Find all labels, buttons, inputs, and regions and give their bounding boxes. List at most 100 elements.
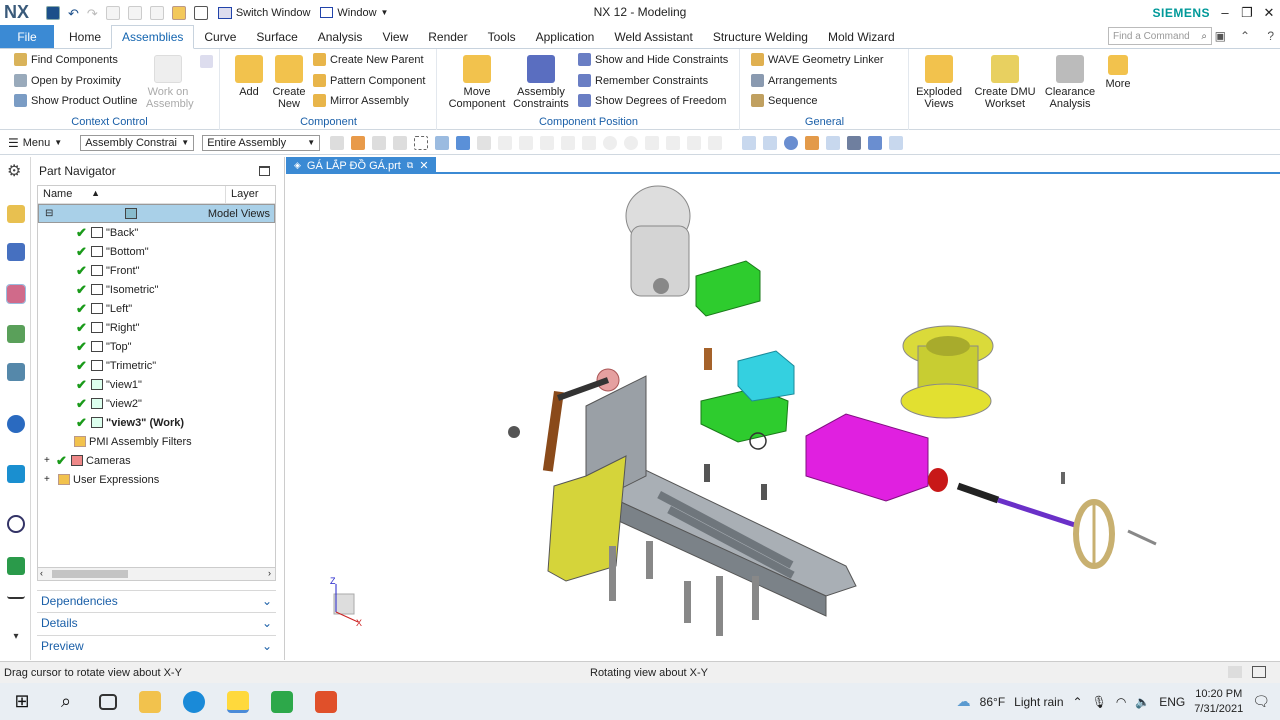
web-browser-icon[interactable] (7, 415, 25, 433)
recorder-icon[interactable] (315, 690, 337, 713)
create-dmu-workset-button[interactable]: Create DMU Workset (970, 55, 1040, 110)
nx-app-icon[interactable] (227, 690, 249, 713)
maximize-icon[interactable] (259, 166, 270, 176)
fullscreen-icon[interactable] (1252, 666, 1266, 678)
tree-row-cameras[interactable]: + ✔ Cameras (38, 451, 275, 470)
microphone-icon[interactable]: 🎙 (1092, 695, 1107, 709)
window-menu-button[interactable]: Window ▼ (320, 7, 388, 19)
help-icon[interactable]: ? (1267, 29, 1274, 43)
reuse-library-icon[interactable] (7, 325, 25, 343)
windows-start-icon[interactable]: ⊞ (11, 691, 33, 713)
selection-filter-icon[interactable] (330, 135, 345, 150)
language-indicator[interactable]: ENG (1159, 695, 1185, 709)
pan-icon[interactable] (805, 135, 820, 150)
menu-button[interactable]: ☰ Menu ▼ (8, 136, 62, 150)
tree-row-view[interactable]: ✔ "Bottom" (38, 242, 275, 261)
pattern-component-button[interactable]: Pattern Component (313, 74, 425, 87)
spline-icon[interactable] (561, 135, 576, 150)
shaded-icon[interactable] (435, 135, 450, 150)
tab-file[interactable]: File (0, 25, 54, 48)
layer-column-header[interactable]: Layer (226, 186, 264, 203)
create-new-button[interactable]: Create New (269, 55, 309, 110)
snap-point-icon[interactable] (477, 135, 492, 150)
redo-icon[interactable]: ↷ (87, 6, 98, 21)
zoom-icon[interactable] (763, 135, 778, 150)
tree-row-view[interactable]: ✔ "Left" (38, 299, 275, 318)
tree-row-view[interactable]: ✔ "Front" (38, 261, 275, 280)
tab-home[interactable]: Home (59, 25, 111, 48)
scroll-right-icon[interactable]: › (268, 568, 271, 578)
tree-row-pmi-filters[interactable]: PMI Assembly Filters (38, 432, 275, 451)
close-icon[interactable]: ✕ (1258, 0, 1280, 25)
tab-analysis[interactable]: Analysis (308, 25, 373, 48)
roles-icon[interactable] (7, 593, 25, 599)
details-section[interactable]: Details ⌄ (37, 612, 276, 632)
checkmark-icon[interactable]: ✔ (76, 244, 89, 260)
scroll-down-icon[interactable]: ▾ (7, 631, 25, 649)
save-icon[interactable] (46, 5, 60, 20)
tree-row-view[interactable]: ✔ "view2" (38, 394, 275, 413)
tab-curve[interactable]: Curve (194, 25, 246, 48)
close-tab-icon[interactable]: ✕ (419, 159, 428, 172)
history-icon[interactable] (7, 465, 25, 483)
create-new-parent-button[interactable]: Create New Parent (313, 53, 424, 66)
weather-icon[interactable]: ☁ (957, 693, 971, 710)
checkmark-icon[interactable]: ✔ (76, 396, 89, 412)
show-product-outline-button[interactable]: Show Product Outline (14, 94, 137, 107)
tab-surface[interactable]: Surface (246, 25, 307, 48)
rectangle-select-icon[interactable] (414, 135, 429, 150)
search-icon[interactable]: ⌕ (55, 691, 77, 713)
assembly-navigator-icon[interactable] (7, 205, 25, 223)
volume-icon[interactable]: 🔈 (1135, 695, 1150, 709)
horizontal-scrollbar[interactable]: ‹ › (37, 567, 276, 581)
preview-section[interactable]: Preview ⌄ (37, 635, 276, 655)
wave-geometry-linker-button[interactable]: WAVE Geometry Linker (751, 53, 884, 66)
clearance-analysis-button[interactable]: Clearance Analysis (1042, 55, 1098, 110)
work-on-assembly-button[interactable]: Work on Assembly (146, 55, 194, 110)
hd3d-tools-icon[interactable] (7, 363, 25, 381)
fit-icon[interactable] (742, 135, 757, 150)
arrangements-button[interactable]: Arrangements (751, 74, 837, 87)
part-navigator-icon[interactable] (6, 284, 26, 304)
minimize-icon[interactable]: – (1214, 0, 1236, 25)
repeat-command-icon[interactable] (171, 5, 186, 20)
visibility-icon[interactable] (889, 135, 904, 150)
checkmark-icon[interactable]: ✔ (76, 225, 89, 241)
exploded-views-button[interactable]: Exploded Views (914, 55, 964, 110)
center-icon[interactable] (603, 135, 618, 150)
show-hide-constraints-button[interactable]: Show and Hide Constraints (578, 53, 728, 66)
tree-row-view[interactable]: ✔ "Right" (38, 318, 275, 337)
tab-mold-wizard[interactable]: Mold Wizard (818, 25, 905, 48)
expand-icon[interactable]: + (44, 455, 56, 466)
find-command-input[interactable]: Find a Command ⌕ (1108, 27, 1212, 45)
file-tab[interactable]: ◈ GÁ LẮP ĐỒ GÁ.prt ⧉ ✕ (286, 157, 436, 174)
edge-browser-icon[interactable] (183, 690, 205, 713)
popout-icon[interactable]: ⧉ (407, 160, 413, 171)
system-materials-icon[interactable] (7, 557, 25, 575)
camtasia-icon[interactable] (271, 690, 293, 713)
expand-icon[interactable]: + (44, 474, 56, 485)
tab-view[interactable]: View (372, 25, 418, 48)
clock-icon[interactable] (7, 515, 25, 533)
tree-row-user-expressions[interactable]: + User Expressions (38, 470, 275, 489)
chevron-up-icon[interactable]: ⌃ (1073, 695, 1083, 709)
checkmark-icon[interactable]: ✔ (76, 358, 89, 374)
constraint-navigator-icon[interactable] (7, 243, 25, 261)
undo-icon[interactable]: ↶ (68, 6, 79, 21)
select-all-icon[interactable] (372, 135, 387, 150)
touch-mode-icon[interactable] (193, 5, 208, 20)
tab-structure-welding[interactable]: Structure Welding (703, 25, 818, 48)
scrollbar-thumb[interactable] (52, 570, 128, 578)
dependencies-section[interactable]: Dependencies ⌄ (37, 590, 276, 610)
point-icon[interactable] (645, 135, 660, 150)
checkmark-icon[interactable]: ✔ (56, 453, 69, 469)
body-icon[interactable] (687, 135, 702, 150)
move-component-button[interactable]: Move Component (446, 55, 508, 110)
collapse-ribbon-icon[interactable]: ⌃ (1240, 29, 1250, 43)
component-icon[interactable] (708, 135, 723, 150)
find-components-button[interactable]: Find Components (14, 53, 118, 66)
checkmark-icon[interactable]: ✔ (76, 320, 89, 336)
restore-icon[interactable]: ❐ (1236, 0, 1258, 25)
checkmark-icon[interactable]: ✔ (76, 263, 89, 279)
render-style-icon[interactable] (847, 135, 862, 150)
